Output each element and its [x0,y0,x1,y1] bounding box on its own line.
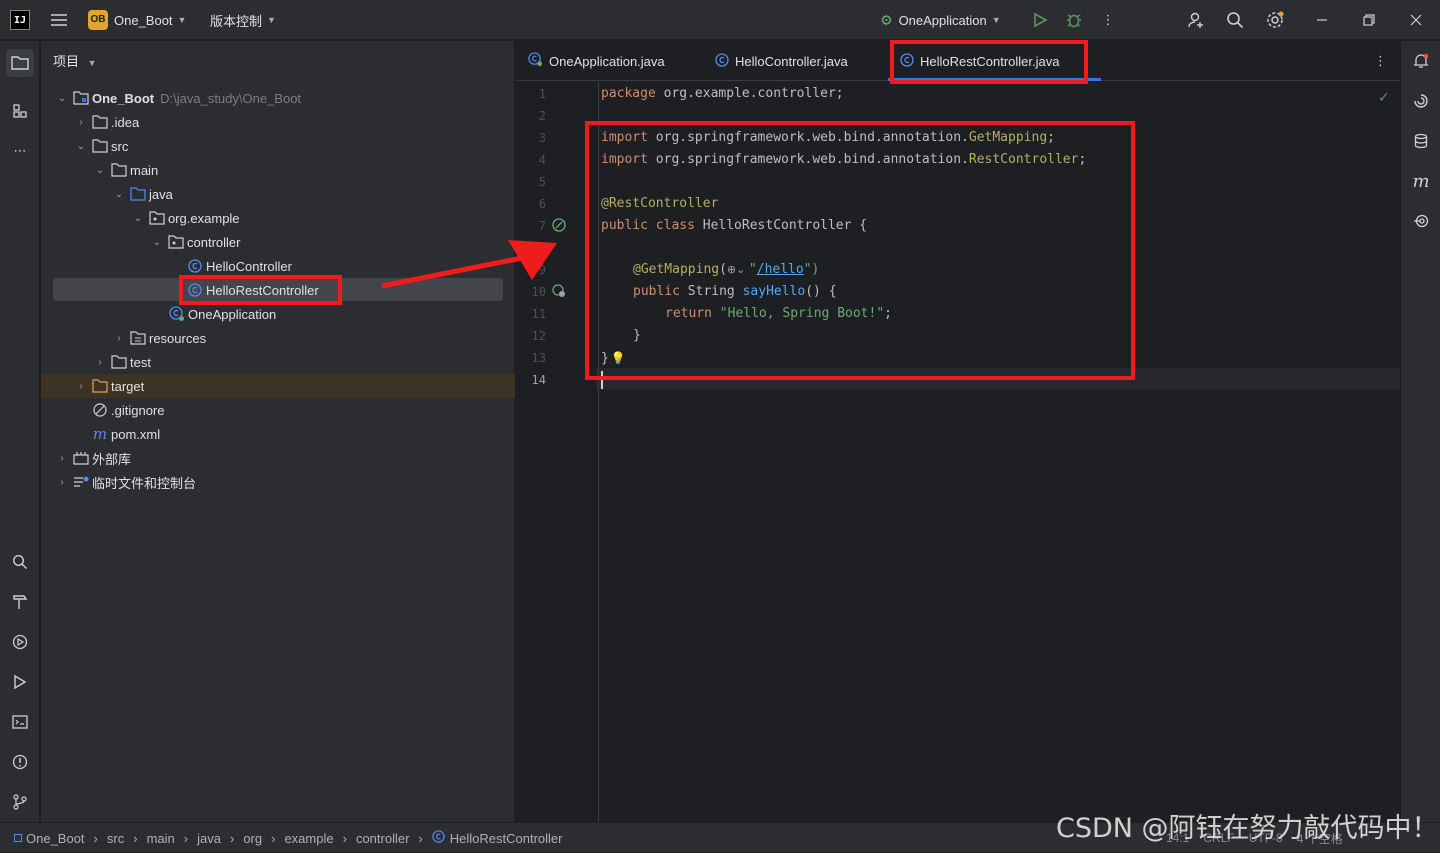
watermark-text: CSDN @阿钰在努力敲代码中！ [1056,813,1439,844]
annotation-arrow [381,240,557,289]
